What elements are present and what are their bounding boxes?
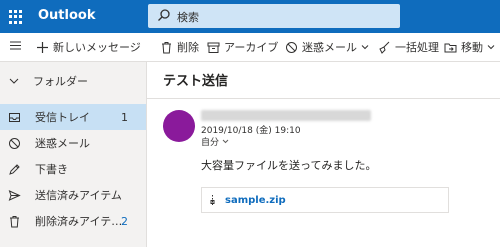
sidebar-item-label: 受信トレイ (35, 111, 90, 124)
sidebar-item-label: 下書き (35, 163, 68, 176)
archive-icon (207, 42, 220, 53)
sidebar-item-deleted[interactable]: 削除済みアイテ… 2 (0, 208, 146, 234)
blocked-icon (286, 41, 297, 53)
hamburger-menu-button[interactable] (9, 39, 26, 52)
delete-label: 削除 (177, 41, 199, 54)
trash-icon (162, 41, 171, 53)
inbox-icon (9, 112, 20, 122)
avatar[interactable] (163, 110, 195, 142)
sidebar-item-inbox[interactable]: 受信トレイ 1 (0, 104, 146, 130)
zip-file-icon (210, 195, 215, 205)
attachment-card[interactable]: sample.zip (201, 187, 449, 213)
divider (147, 98, 500, 99)
search-box[interactable]: 検索 (148, 4, 400, 28)
hamburger-icon (10, 41, 21, 50)
message-subject: テスト送信 (163, 74, 229, 89)
folder-header-label: フォルダー (33, 75, 88, 88)
recipient-line[interactable]: 自分 (201, 135, 229, 148)
broom-icon (379, 41, 390, 54)
sidebar-item-sent[interactable]: 送信済みアイテム (0, 182, 146, 208)
attachment-name[interactable]: sample.zip (225, 195, 286, 206)
chevron-down-icon[interactable] (487, 43, 495, 51)
search-icon (158, 9, 170, 21)
chevron-down-icon[interactable] (361, 43, 369, 51)
junk-label: 迷惑メール (302, 41, 357, 54)
reading-pane: テスト送信 2019/10/18 (金) 19:10 自分 大容量ファイルを送っ… (147, 62, 500, 247)
app-launcher-icon[interactable] (9, 10, 23, 24)
sidebar-item-junk[interactable]: 迷惑メール (0, 130, 146, 156)
unread-count: 1 (121, 110, 128, 124)
sidebar-item-label: 削除済みアイテ… (35, 215, 123, 228)
folder-header[interactable]: フォルダー (9, 73, 88, 89)
sidebar-item-label: 送信済みアイテム (35, 189, 122, 202)
app-title[interactable]: Outlook (38, 8, 95, 23)
archive-button[interactable]: アーカイブ (207, 39, 278, 55)
message-body: 大容量ファイルを送ってみました。 (201, 159, 377, 172)
move-label: 移動 (461, 41, 483, 54)
pencil-icon (9, 163, 20, 175)
move-button[interactable]: 移動 (444, 39, 495, 55)
new-message-button[interactable]: 新しいメッセージ (36, 39, 141, 55)
folder-pane: フォルダー 受信トレイ 1 迷惑メール 下書き 送信済みアイテム 削除済みアイテ… (0, 62, 147, 247)
recipient-label: 自分 (201, 138, 220, 148)
archive-label: アーカイブ (224, 41, 279, 54)
command-bar: 新しいメッセージ 削除 アーカイブ 迷惑メール 一括処理 移動 (0, 33, 500, 62)
top-bar: Outlook 検索 (0, 0, 500, 33)
delete-button[interactable]: 削除 (160, 39, 199, 55)
sweep-button[interactable]: 一括処理 (378, 39, 439, 55)
sidebar-item-label: 迷惑メール (35, 137, 90, 150)
chevron-down-icon (9, 78, 19, 84)
junk-button[interactable]: 迷惑メール (285, 39, 369, 55)
new-message-label: 新しいメッセージ (53, 41, 141, 54)
plus-icon (37, 41, 48, 53)
sender-redacted[interactable] (201, 110, 371, 121)
search-placeholder[interactable]: 検索 (177, 9, 199, 25)
sweep-label: 一括処理 (395, 41, 439, 54)
folder-move-icon (444, 43, 457, 52)
chevron-down-icon (222, 139, 229, 144)
sidebar-item-drafts[interactable]: 下書き (0, 156, 146, 182)
send-icon (8, 189, 21, 201)
unread-count: 2 (121, 214, 128, 228)
trash-icon (10, 215, 19, 227)
blocked-icon (9, 137, 20, 149)
